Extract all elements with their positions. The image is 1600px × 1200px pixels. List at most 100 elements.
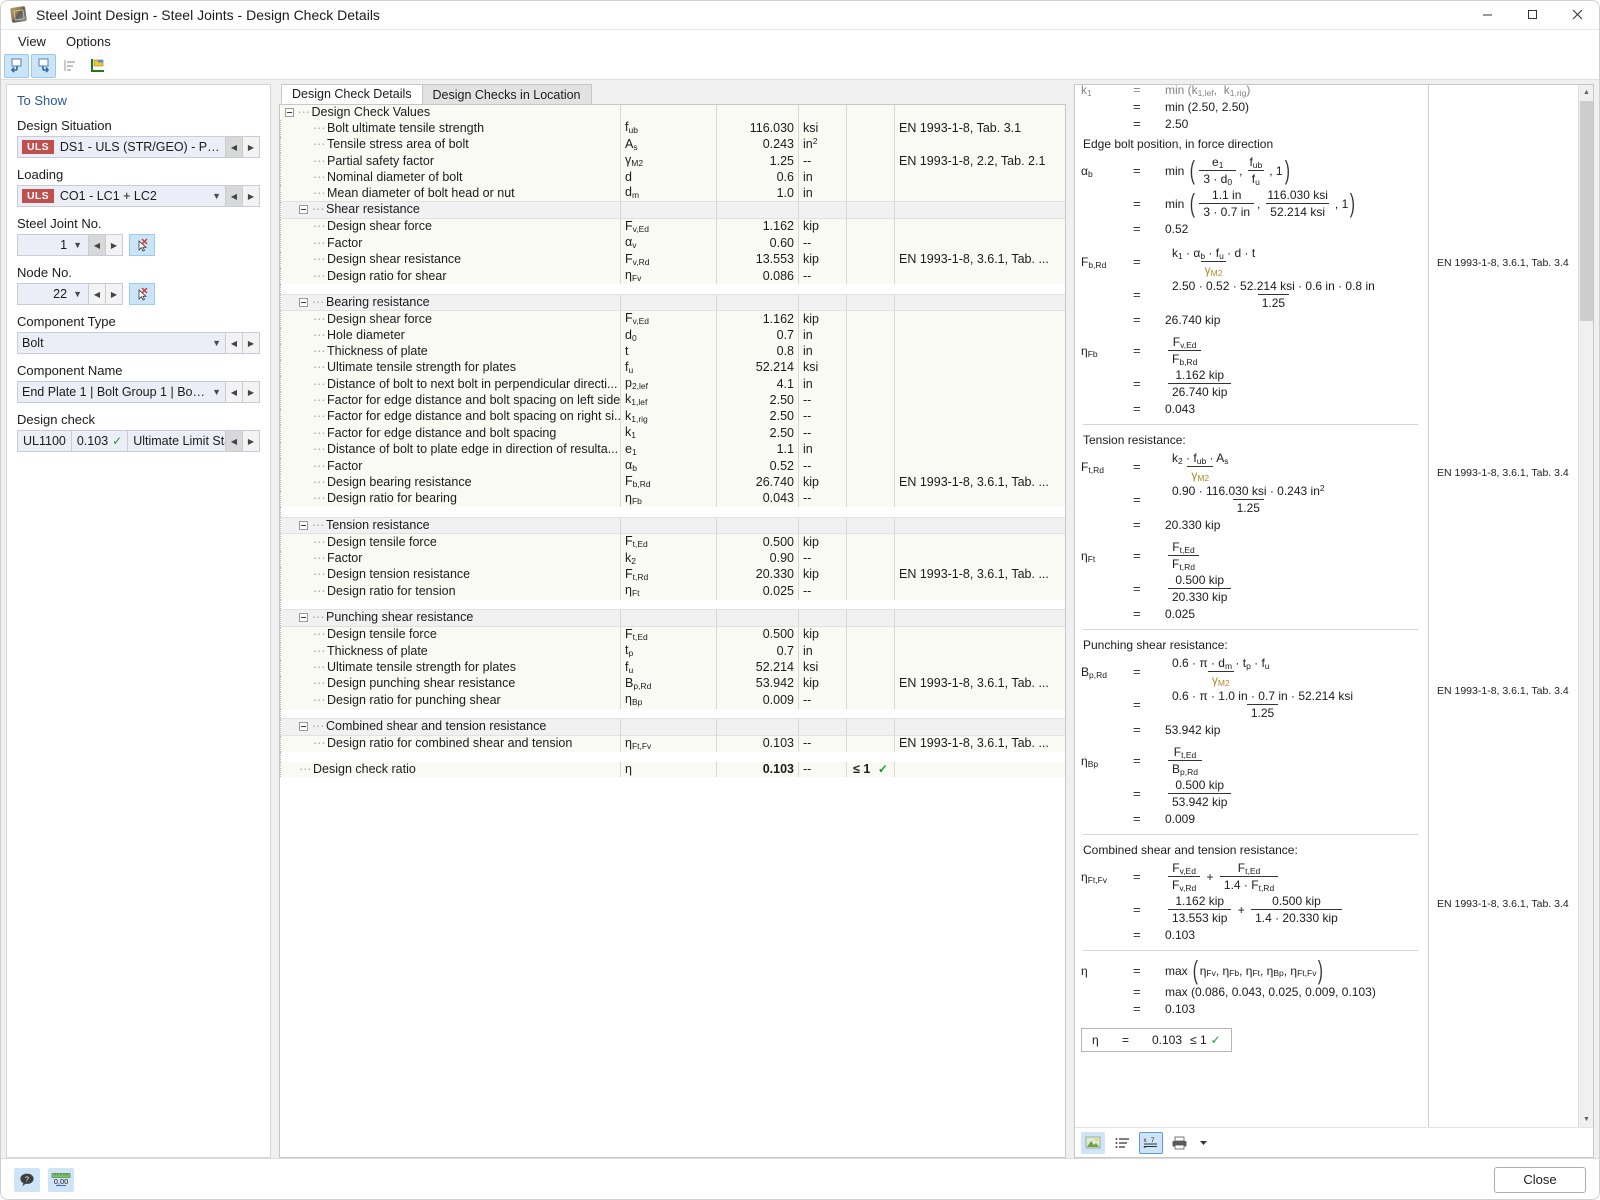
node-no-next-button[interactable]: ▶	[106, 283, 123, 305]
row-symbol: γM2	[620, 153, 717, 170]
formula-vertical-scrollbar[interactable]: ▲ ▼	[1578, 85, 1593, 1127]
list-view-icon[interactable]	[58, 54, 83, 78]
printer-dropdown-icon[interactable]	[1197, 1132, 1209, 1154]
component-type-prev-button[interactable]: ◀	[226, 332, 243, 354]
chevron-down-icon[interactable]: ▼	[212, 387, 221, 397]
table-row[interactable]: ⋯ Design ratio for combined shear and ten…	[280, 735, 1065, 753]
table-group-row[interactable]: ⋯ Punching shear resistance	[280, 609, 1065, 627]
loading-next-button[interactable]: ▶	[243, 185, 260, 207]
table-group-row[interactable]: ⋯ Combined shear and tension resistance	[280, 718, 1065, 736]
table-row[interactable]: ⋯ Distance of bolt to plate edge in direc…	[280, 441, 1065, 459]
table-row[interactable]: ⋯ Design tensile force Ft,Ed 0.500 kip	[280, 533, 1065, 551]
component-name-combo[interactable]: End Plate 1 | Bolt Group 1 | Bolt 1, 1 ▼	[17, 381, 226, 403]
table-row[interactable]: ⋯ Thickness of plate tp 0.7 in	[280, 643, 1065, 660]
table-row[interactable]: ⋯ Design ratio for bearing ηFb 0.043 --	[280, 490, 1065, 508]
steel-joint-no-combo[interactable]: 1 ▼	[17, 234, 89, 256]
table-row[interactable]: ⋯ Design tensile force Ft,Ed 0.500 kip	[280, 626, 1065, 644]
design-check-code[interactable]: UL1100	[17, 430, 71, 452]
component-type-combo[interactable]: Bolt ▼	[17, 332, 226, 354]
design-situation-next-button[interactable]: ▶	[243, 136, 260, 158]
design-situation-prev-button[interactable]: ◀	[226, 136, 243, 158]
help-balloon-icon[interactable]: ?	[14, 1167, 40, 1192]
table-row[interactable]: ⋯ Factor αb 0.52 --	[280, 458, 1065, 475]
table-group-row[interactable]: ⋯ Tension resistance	[280, 516, 1065, 535]
table-row[interactable]: ⋯ Design check ratio η 0.103 -- ≤ 1 ✓	[280, 762, 1065, 778]
graphics-view-icon[interactable]	[85, 54, 110, 78]
design-situation-combo[interactable]: ULS DS1 - ULS (STR/GEO) - Permanent ...	[17, 136, 226, 158]
steel-joint-next-button[interactable]: ▶	[106, 234, 123, 256]
table-row[interactable]: ⋯ Design shear force Fv,Ed 1.162 kip	[280, 218, 1065, 236]
tab-design-check-details[interactable]: Design Check Details	[281, 84, 423, 104]
chevron-down-icon[interactable]: ▼	[212, 191, 221, 201]
design-check-description[interactable]: Ultimate Limit State ...	[127, 430, 226, 452]
node-no-combo[interactable]: 22 ▼	[17, 283, 89, 305]
expander-icon[interactable]	[299, 297, 308, 307]
table-root-row[interactable]: ⋯ Design Check Values	[280, 105, 1065, 121]
node-no-prev-button[interactable]: ◀	[89, 283, 106, 305]
table-row[interactable]: ⋯ Ultimate tensile strength for plates fu 5…	[280, 659, 1065, 676]
detail-list-icon[interactable]	[1110, 1132, 1134, 1154]
units-ruler-icon[interactable]: 0,00	[48, 1167, 74, 1192]
table-row[interactable]: ⋯ Ultimate tensile strength for plates fu 5…	[280, 359, 1065, 376]
table-row[interactable]: ⋯ Design tension resistance Ft,Rd 20.330 kip…	[280, 566, 1065, 584]
table-row[interactable]: ⋯ Design shear force Fv,Ed 1.162 kip	[280, 310, 1065, 328]
formula-combined-symbolic: ηFt,Fv = Fv,Ed Fv,Rd + Ft,Ed 1.4 · Ft,Rd	[1081, 861, 1420, 893]
table-row[interactable]: ⋯ Design bearing resistance Fb,Rd 26.740 kip…	[280, 474, 1065, 491]
table-row[interactable]: ⋯ Bolt ultimate tensile strength fub 116.03…	[280, 120, 1065, 137]
pick-steel-joint-icon[interactable]	[129, 234, 155, 256]
table-group-row[interactable]: ⋯ Shear resistance	[280, 201, 1065, 219]
table-row[interactable]: ⋯ Design shear resistance Fv,Rd 13.553 kip EN…	[280, 251, 1065, 269]
close-window-button[interactable]	[1555, 0, 1600, 30]
table-row[interactable]: ⋯ Design punching shear resistance Bp,Rd 53…	[280, 675, 1065, 693]
design-check-prev-button[interactable]: ◀	[226, 430, 243, 452]
pick-node-icon[interactable]	[129, 283, 155, 305]
expander-icon[interactable]	[299, 520, 308, 530]
expander-icon[interactable]	[299, 722, 308, 732]
formula-eta-max-values: = max (0.086, 0.043, 0.025, 0.009, 0.103…	[1133, 984, 1376, 1000]
menu-options[interactable]: Options	[56, 32, 121, 51]
undo-navigation-icon[interactable]	[4, 53, 29, 78]
loading-prev-button[interactable]: ◀	[226, 185, 243, 207]
table-row[interactable]: ⋯ Thickness of plate t 0.8 in	[280, 344, 1065, 360]
component-name-prev-button[interactable]: ◀	[226, 381, 243, 403]
table-row[interactable]: ⋯ Partial safety factor γM2 1.25 -- EN 1993-1…	[280, 153, 1065, 170]
design-check-ratio-cell[interactable]: 0.103 ✓	[70, 430, 128, 452]
table-row[interactable]: ⋯ Factor for edge distance and bolt spaci…	[280, 425, 1065, 442]
table-row[interactable]: ⋯ Factor for edge distance and bolt spaci…	[280, 408, 1065, 426]
expander-icon[interactable]	[299, 613, 308, 623]
table-row[interactable]: ⋯ Design ratio for punching shear ηBp 0.009…	[280, 692, 1065, 709]
expander-icon[interactable]	[284, 108, 294, 117]
redo-navigation-icon[interactable]	[31, 53, 56, 78]
design-check-next-button[interactable]: ▶	[243, 430, 260, 452]
scrollbar-thumb[interactable]	[1580, 101, 1593, 321]
scroll-down-icon[interactable]: ▼	[1579, 1112, 1593, 1127]
table-row[interactable]: ⋯ Factor for edge distance and bolt spaci…	[280, 392, 1065, 409]
table-row[interactable]: ⋯ Factor αv 0.60 --	[280, 235, 1065, 252]
table-group-row[interactable]: ⋯ Bearing resistance	[280, 293, 1065, 312]
steel-joint-prev-button[interactable]: ◀	[89, 234, 106, 256]
table-row[interactable]: ⋯ Nominal diameter of bolt d 0.6 in	[280, 169, 1065, 186]
table-row[interactable]: ⋯ Hole diameter d0 0.7 in	[280, 327, 1065, 345]
table-row[interactable]: ⋯ Distance of bolt to next bolt in perpen…	[280, 376, 1065, 393]
table-row[interactable]: ⋯ Factor k2 0.90 --	[280, 550, 1065, 567]
minimize-button[interactable]	[1465, 0, 1510, 30]
component-name-next-button[interactable]: ▶	[243, 381, 260, 403]
table-row[interactable]: ⋯ Mean diameter of bolt head or nut dm 1.0 i…	[280, 185, 1065, 202]
image-export-icon[interactable]	[1081, 1131, 1105, 1154]
printer-icon[interactable]	[1168, 1132, 1192, 1154]
table-row[interactable]: ⋯ Design ratio for shear ηFv 0.086 --	[280, 268, 1065, 285]
chevron-down-icon[interactable]: ▼	[73, 289, 82, 299]
chevron-down-icon[interactable]: ▼	[73, 240, 82, 250]
maximize-button[interactable]	[1510, 0, 1555, 30]
table-row[interactable]: ⋯ Design ratio for tension ηFt 0.025 --	[280, 583, 1065, 600]
chevron-down-icon[interactable]: ▼	[212, 338, 221, 348]
table-row[interactable]: ⋯ Tensile stress area of bolt As 0.243 in2	[280, 136, 1065, 154]
menu-view[interactable]: View	[8, 32, 56, 51]
formula-numbers-icon[interactable]: x 7 =	[1139, 1131, 1163, 1154]
tab-design-checks-in-location[interactable]: Design Checks in Location	[421, 84, 592, 104]
loading-combo[interactable]: ULS CO1 - LC1 + LC2 ▼	[17, 185, 226, 207]
scroll-up-icon[interactable]: ▲	[1579, 85, 1593, 100]
component-type-next-button[interactable]: ▶	[243, 332, 260, 354]
expander-icon[interactable]	[299, 205, 308, 215]
close-button[interactable]: Close	[1494, 1166, 1586, 1193]
